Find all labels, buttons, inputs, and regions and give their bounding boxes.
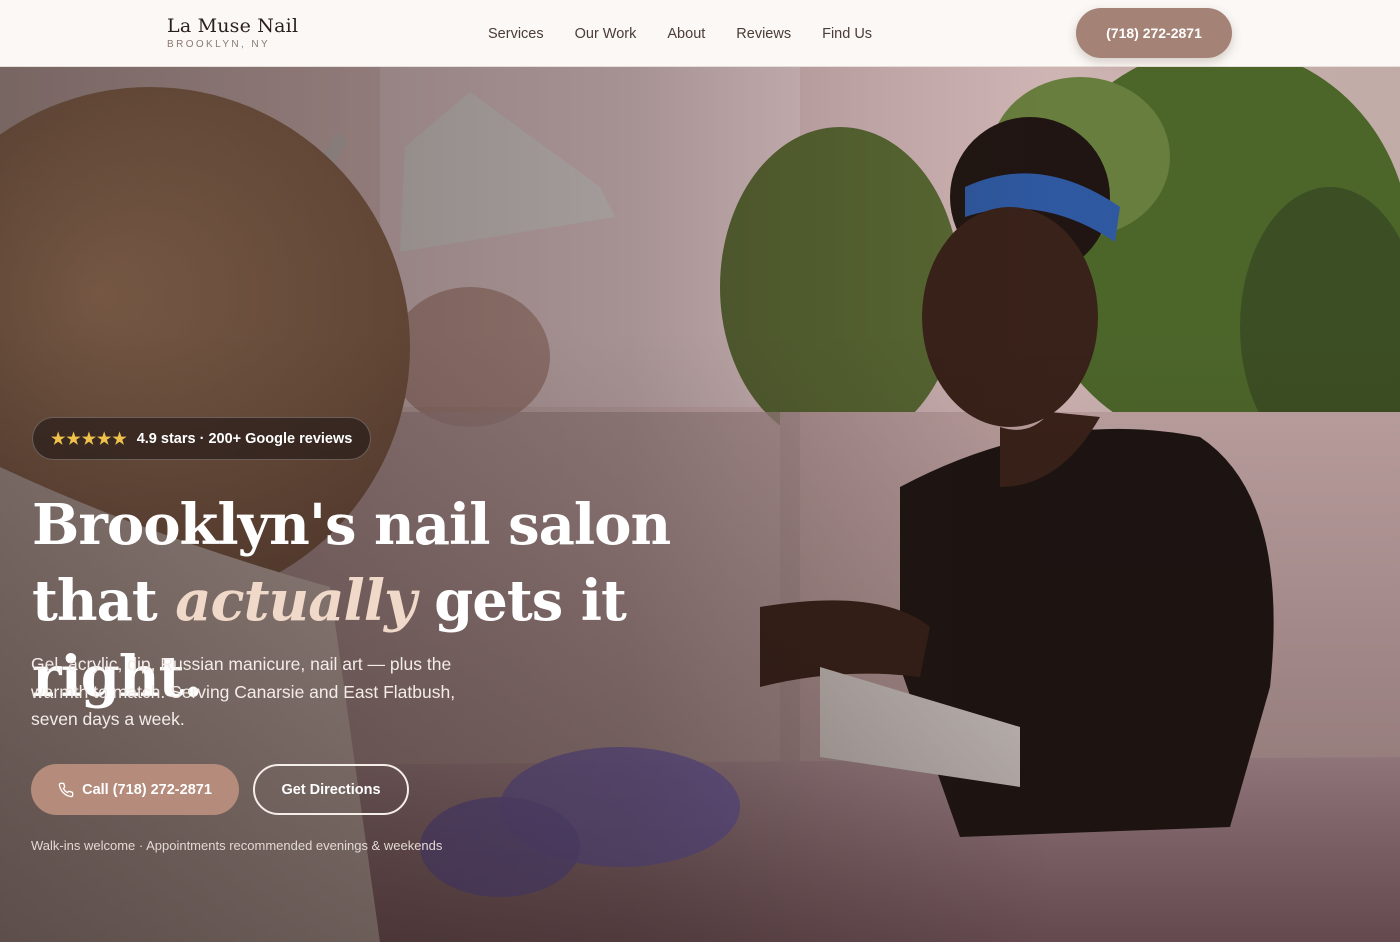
nav-link-our-work[interactable]: Our Work — [575, 24, 637, 44]
nav-link-find-us[interactable]: Find Us — [822, 24, 872, 44]
header-phone-button[interactable]: (718) 272-2871 — [1076, 8, 1232, 58]
nav-link-services[interactable]: Services — [488, 24, 544, 44]
logo[interactable]: La Muse Nail BROOKLYN, NY — [167, 15, 298, 51]
five-stars-icon: ★★★★★ — [51, 430, 128, 448]
get-directions-button[interactable]: Get Directions — [253, 764, 409, 815]
call-button-label: Call (718) 272-2871 — [82, 781, 212, 798]
phone-icon — [58, 782, 74, 797]
headline-line-2-start: that — [32, 568, 176, 634]
brand-location: BROOKLYN, NY — [167, 39, 271, 50]
call-button[interactable]: Call (718) 272-2871 — [31, 764, 239, 815]
rating-text: 4.9 stars · 200+ Google reviews — [136, 430, 353, 447]
hero-section: ★★★★★ 4.9 stars · 200+ Google reviews Br… — [0, 67, 1400, 942]
headline-line-1: Brooklyn's nail salon — [32, 492, 671, 558]
walk-ins-note: Walk-ins welcome · Appointments recommen… — [31, 838, 443, 853]
headline-emphasis: actually — [175, 568, 416, 634]
nav-link-about[interactable]: About — [667, 24, 705, 44]
main-nav: Services Our Work About Reviews Find Us — [488, 24, 903, 44]
rating-badge: ★★★★★ 4.9 stars · 200+ Google reviews — [32, 417, 372, 460]
hero-subtext: Gel, acrylic, dip, Russian manicure, nai… — [31, 654, 456, 729]
site-header: La Muse Nail BROOKLYN, NY Services Our W… — [0, 0, 1400, 67]
nav-link-reviews[interactable]: Reviews — [736, 24, 791, 44]
brand-name: La Muse Nail — [167, 15, 299, 37]
